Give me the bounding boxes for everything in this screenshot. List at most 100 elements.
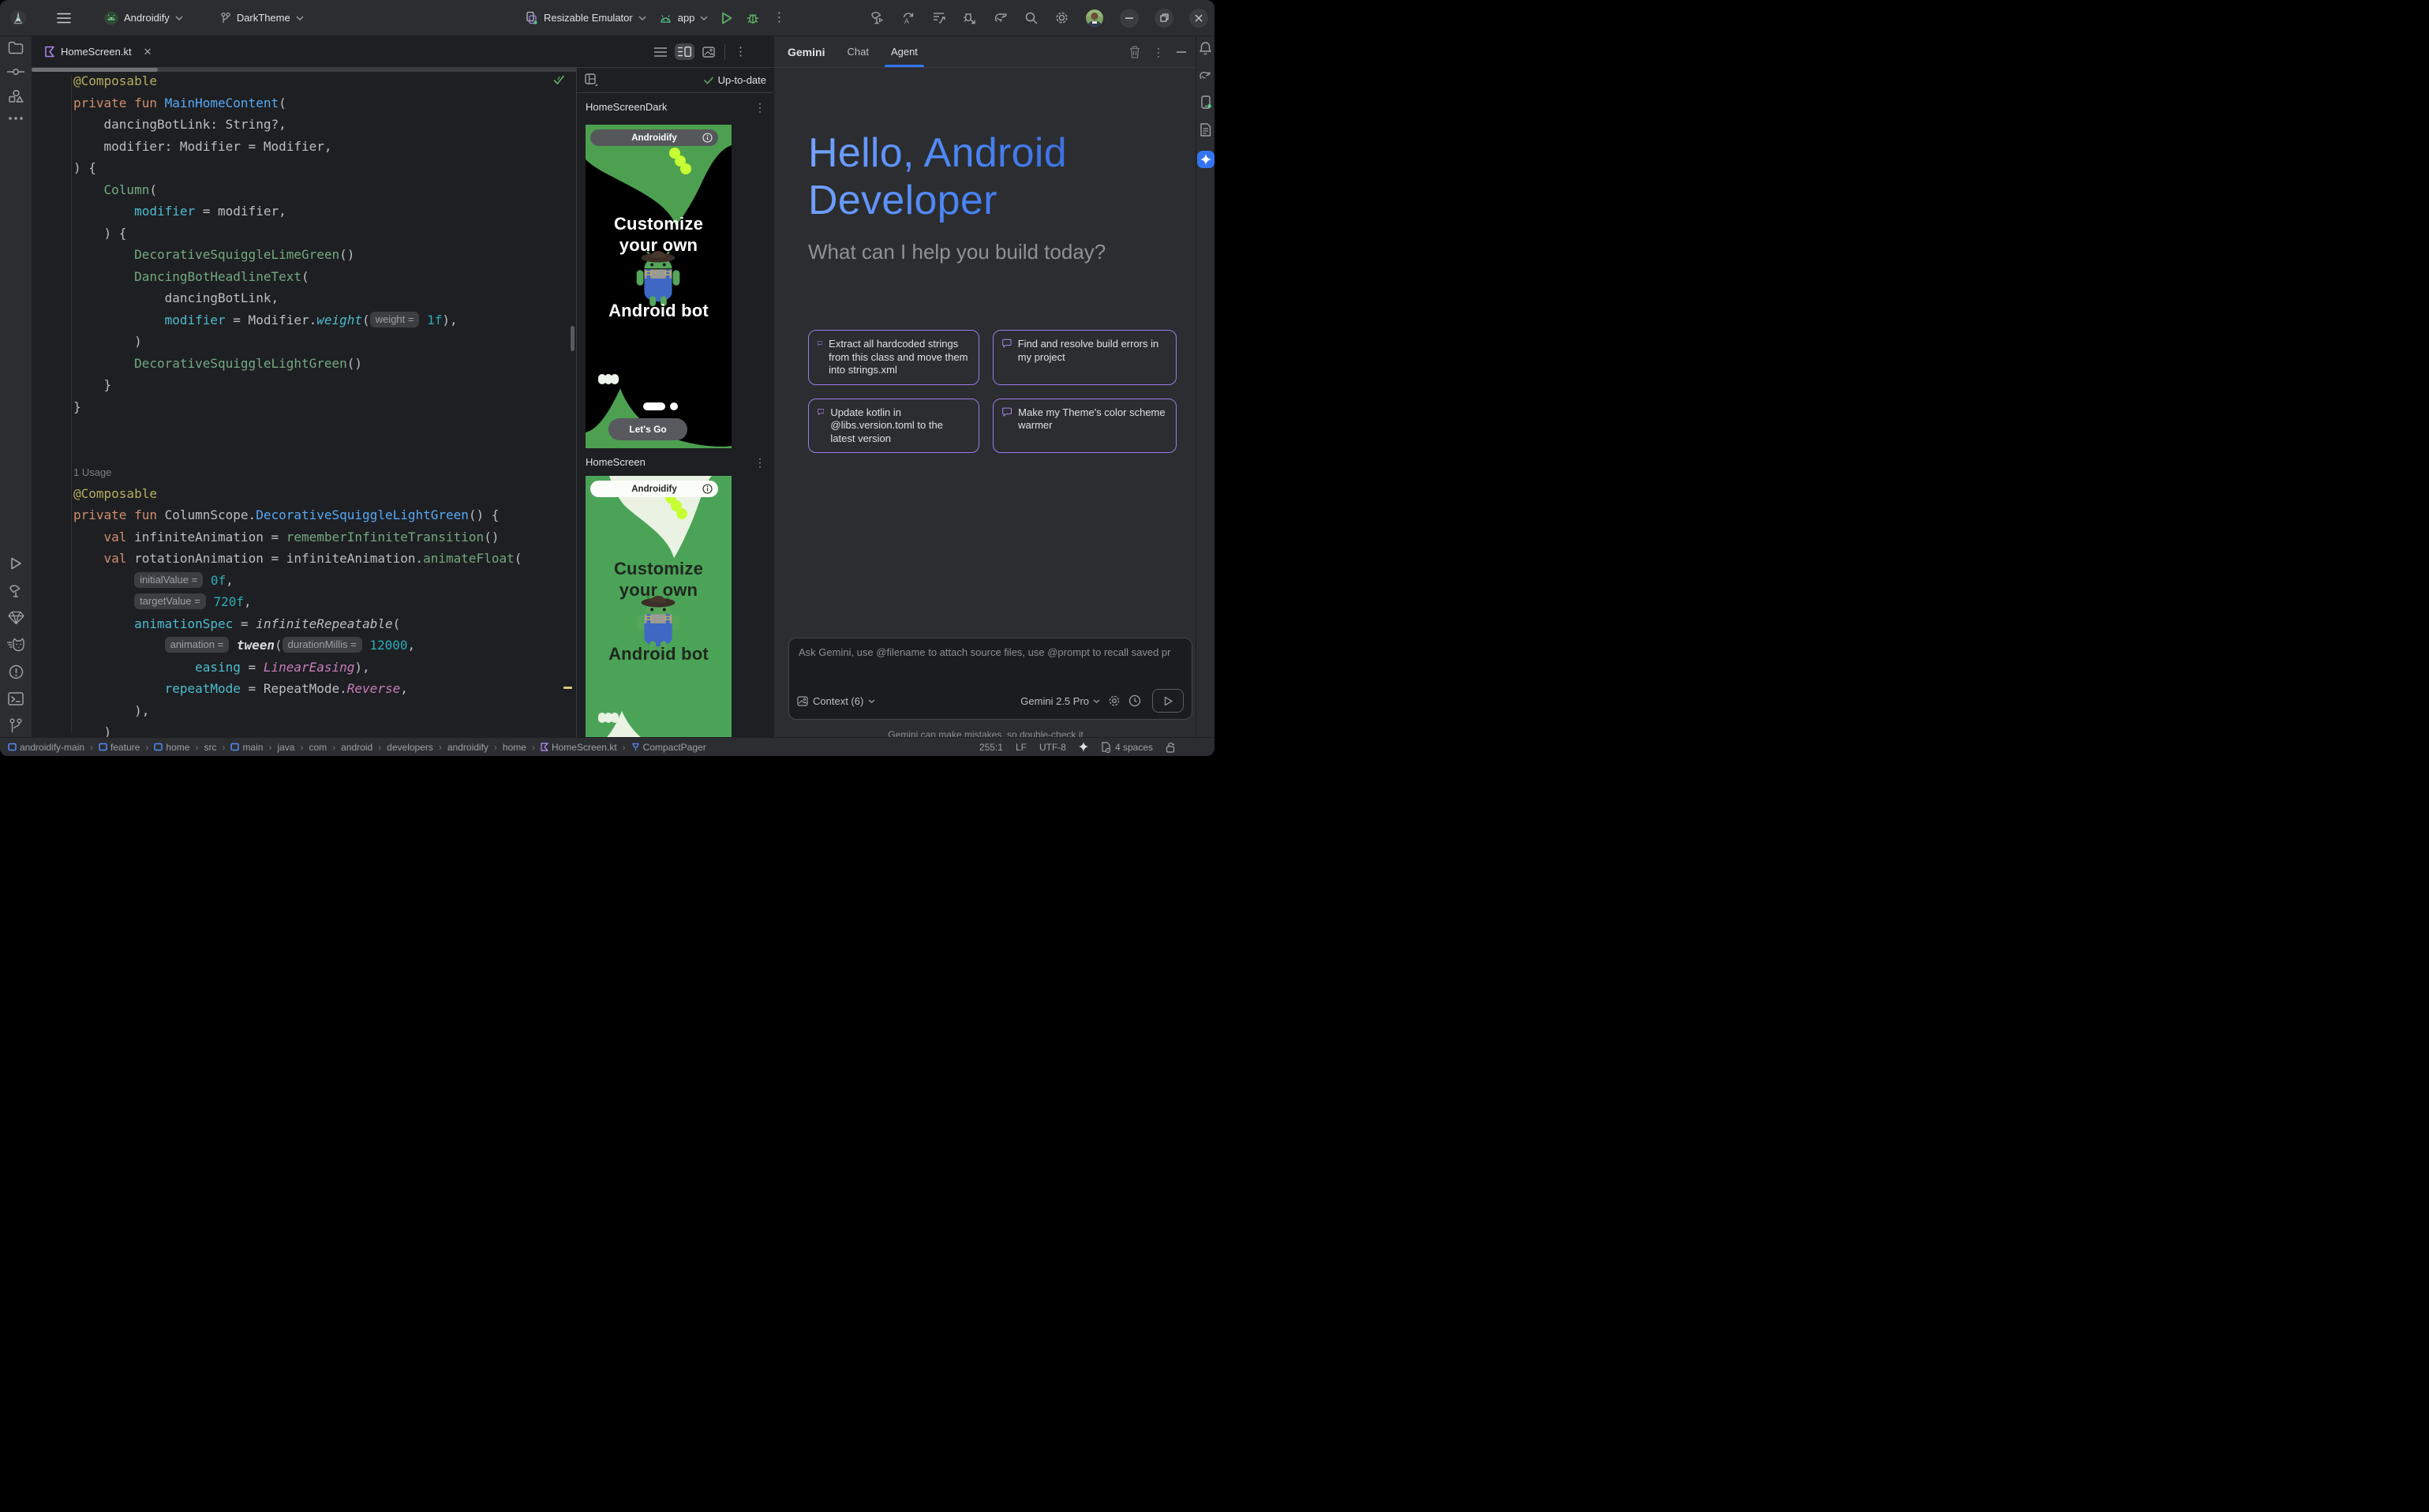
code-line[interactable]: val rotationAnimation = infiniteAnimatio… [73,548,576,570]
breadcrumb-item[interactable]: HomeScreen.kt [541,742,617,753]
file-encoding[interactable]: UTF-8 [1039,742,1066,753]
gemini-options-kebab-icon[interactable]: ⋮ [1153,47,1164,58]
code-line[interactable]: repeatMode = RepeatMode.Reverse, [73,678,576,700]
app-quality-insights-tool-icon[interactable] [8,611,24,625]
breadcrumb-item[interactable]: developers [387,742,433,753]
code-line[interactable]: DancingBotHeadlineText( [73,266,576,288]
window-restore-button[interactable] [1155,9,1173,28]
run-button[interactable] [720,11,733,25]
code-line[interactable]: dancingBotLink, [73,287,576,309]
build-hammer-icon[interactable] [870,10,885,25]
code-line[interactable]: ), [73,700,576,722]
code-line[interactable] [73,440,576,462]
suggestion-card-extract-strings[interactable]: Extract all hardcoded strings from this … [808,330,979,385]
breadcrumb-item[interactable]: home [503,742,526,753]
inspections-ok-icon[interactable] [553,75,565,85]
breadcrumb-item[interactable]: main [230,742,263,753]
model-selector[interactable]: Gemini 2.5 Pro [1020,695,1100,707]
lets-go-button[interactable]: Let's Go [608,418,687,440]
code-line[interactable]: ) { [73,157,576,179]
tab-homescreen-kt[interactable]: HomeScreen.kt ✕ [32,36,162,67]
code-line[interactable]: ) { [73,223,576,245]
context-selector[interactable]: Context (6) [797,695,875,707]
breadcrumb-item[interactable]: feature [99,742,140,753]
vcs-branch-selector[interactable]: DarkTheme [219,12,304,24]
code-line[interactable]: DecorativeSquiggleLimeGreen() [73,244,576,266]
line-ending[interactable]: LF [1016,742,1027,753]
preview-homescreendark[interactable]: Androidify Customizeyour own Android [586,125,732,448]
code-line[interactable]: ) [73,331,576,353]
preview-homescreen[interactable]: Androidify Customizeyour own Android [586,476,732,738]
settings-gear-icon[interactable] [1054,10,1069,25]
indent-config[interactable]: 4 spaces [1101,742,1153,753]
code-view-icon[interactable] [654,47,667,57]
code-line[interactable]: } [73,374,576,396]
breadcrumb-item[interactable]: com [309,742,327,753]
build-tool-icon[interactable] [8,583,24,598]
profiler-cat-tool-icon[interactable] [7,638,24,652]
code-line[interactable]: private fun ColumnScope.DecorativeSquigg… [73,504,576,526]
design-view-icon[interactable] [702,47,715,58]
code-line[interactable]: } [73,396,576,418]
gemini-tool-button[interactable] [1197,151,1214,168]
run-configuration-selector[interactable]: app [659,12,709,24]
tab-close-icon[interactable]: ✕ [144,46,152,58]
gradle-tool-icon[interactable] [1199,69,1212,81]
attach-debugger-icon[interactable] [962,10,977,25]
split-view-icon[interactable] [675,43,694,60]
breadcrumb-item[interactable]: CompactPager [631,742,706,753]
terminal-tool-icon[interactable] [8,692,24,705]
code-line[interactable]: modifier = modifier, [73,200,576,223]
tab-chat[interactable]: Chat [847,36,868,67]
caret-position[interactable]: 255:1 [979,742,1003,753]
code-line[interactable]: dancingBotLink: String?, [73,114,576,136]
suggestion-card-update-kotlin[interactable]: Update kotlin in @libs.version.toml to t… [808,399,979,454]
commit-tool-icon[interactable] [7,68,24,76]
breadcrumb-item[interactable]: androidify-main [8,742,84,753]
gradle-sync-icon[interactable] [993,10,1009,25]
breadcrumb-item[interactable]: home [154,742,189,753]
device-manager-icon[interactable] [1200,95,1211,109]
code-line[interactable] [73,417,576,440]
code-line[interactable]: DecorativeSquiggleLightGreen() [73,353,576,375]
apply-changes-icon[interactable]: A [900,10,915,25]
code-line[interactable]: 1 Usage [73,461,576,483]
profiler-icon[interactable] [931,10,946,25]
code-line[interactable]: ) [73,721,576,738]
debug-button[interactable] [746,11,760,25]
code-line[interactable]: initialValue = 0f, [73,570,576,592]
hide-panel-icon[interactable] [1177,51,1186,53]
code-line[interactable]: private fun MainHomeContent( [73,92,576,114]
tab-agent[interactable]: Agent [891,36,918,67]
more-run-options-icon[interactable]: ⋮ [773,12,785,24]
delete-conversation-icon[interactable] [1129,46,1140,58]
suggestion-card-build-errors[interactable]: Find and resolve build errors in my proj… [993,330,1177,385]
gemini-input[interactable]: Ask Gemini, use @filename to attach sour… [788,638,1192,720]
breadcrumb-item[interactable]: src [204,742,216,753]
code-line[interactable]: val infiniteAnimation = rememberInfinite… [73,526,576,548]
code-line[interactable]: modifier = Modifier.weight(weight = 1f), [73,309,576,331]
breadcrumb-item[interactable]: java [277,742,294,753]
project-selector[interactable]: Androidify [104,11,183,25]
device-selector[interactable]: Resizable Emulator [526,11,646,24]
code-line[interactable]: easing = LinearEasing), [73,657,576,679]
send-button[interactable] [1152,689,1184,713]
editor-options-kebab-icon[interactable]: ⋮ [735,46,747,58]
breadcrumb-item[interactable]: android [341,742,372,753]
preview-layout-icon[interactable] [585,73,598,87]
more-tool-windows-icon[interactable] [8,117,24,120]
main-menu-icon[interactable] [57,13,71,24]
window-minimize-button[interactable] [1120,9,1139,28]
breadcrumb-item[interactable]: androidify [447,742,488,753]
code-line[interactable]: animation = tween(durationMillis = 12000… [73,634,576,657]
file-lock-icon[interactable] [1166,742,1175,753]
ai-spark-icon[interactable] [1079,742,1088,753]
code-line[interactable]: Column( [73,179,576,201]
project-tool-icon[interactable] [8,41,24,54]
history-clock-icon[interactable] [1128,694,1141,707]
code-line[interactable]: animationSpec = infiniteRepeatable( [73,613,576,635]
code-editor[interactable]: @Composableprivate fun MainHomeContent( … [32,68,576,738]
gemini-settings-gear-icon[interactable] [1108,694,1121,707]
notifications-bell-icon[interactable] [1199,41,1212,55]
version-control-tool-icon[interactable] [9,718,23,733]
